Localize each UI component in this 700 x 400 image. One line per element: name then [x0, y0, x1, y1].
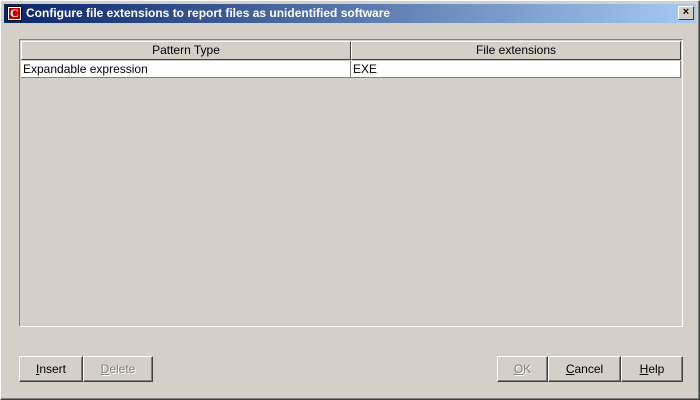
window-title: Configure file extensions to report file…: [26, 6, 391, 20]
ok-label: K: [523, 362, 532, 376]
app-icon: C: [7, 6, 22, 21]
close-icon[interactable]: ×: [678, 6, 694, 20]
dialog-window: C Configure file extensions to report fi…: [0, 0, 700, 400]
delete-label: elete: [109, 362, 136, 376]
help-label: elp: [648, 362, 665, 376]
app-icon-letter: C: [10, 6, 19, 20]
table-header: Pattern Type File extensions: [21, 41, 681, 60]
table-row[interactable]: Expandable expression EXE: [21, 61, 681, 78]
cancel-label: ancel: [574, 362, 604, 376]
delete-mnemonic: D: [100, 362, 110, 376]
title-bar[interactable]: C Configure file extensions to report fi…: [4, 4, 696, 23]
cancel-button[interactable]: Cancel: [548, 356, 621, 382]
column-header-pattern-type[interactable]: Pattern Type: [21, 41, 351, 60]
insert-button[interactable]: Insert: [19, 356, 83, 382]
help-button[interactable]: Help: [621, 356, 683, 382]
delete-button[interactable]: Delete: [83, 356, 153, 382]
ok-mnemonic: O: [513, 362, 524, 376]
cell-pattern-type[interactable]: Expandable expression: [21, 61, 351, 78]
column-header-file-extensions[interactable]: File extensions: [351, 41, 681, 60]
cell-file-extensions[interactable]: EXE: [351, 61, 681, 78]
insert-label: nsert: [39, 362, 67, 376]
extensions-table[interactable]: Pattern Type File extensions Expandable …: [19, 39, 683, 327]
ok-button[interactable]: OK: [497, 356, 548, 382]
